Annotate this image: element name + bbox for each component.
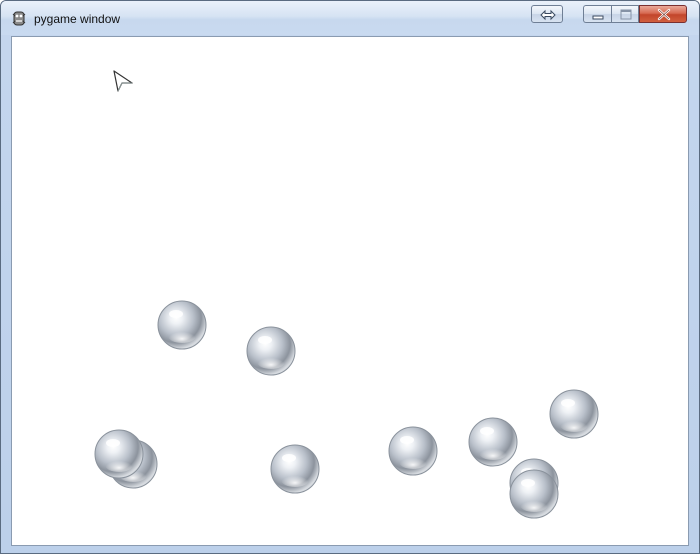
ball <box>157 300 207 350</box>
double-arrow-icon <box>540 9 556 21</box>
ball <box>549 389 599 439</box>
maximize-button[interactable] <box>611 5 639 23</box>
pygame-window: pygame window <box>0 0 700 554</box>
ball <box>94 429 144 479</box>
ball <box>246 326 296 376</box>
ball <box>509 469 559 519</box>
pygame-app-icon[interactable] <box>11 10 27 27</box>
window-title: pygame window <box>34 12 121 26</box>
maximize-icon <box>620 9 632 20</box>
minimize-button[interactable] <box>583 5 611 23</box>
ball <box>270 444 320 494</box>
mouse-cursor-icon <box>113 70 133 92</box>
title-bar[interactable]: pygame window <box>1 1 699 35</box>
resize-button[interactable] <box>531 5 563 23</box>
close-icon <box>657 8 671 21</box>
ball <box>388 426 438 476</box>
minimize-icon <box>592 15 604 20</box>
close-button[interactable] <box>639 5 687 23</box>
game-canvas[interactable] <box>11 36 689 546</box>
